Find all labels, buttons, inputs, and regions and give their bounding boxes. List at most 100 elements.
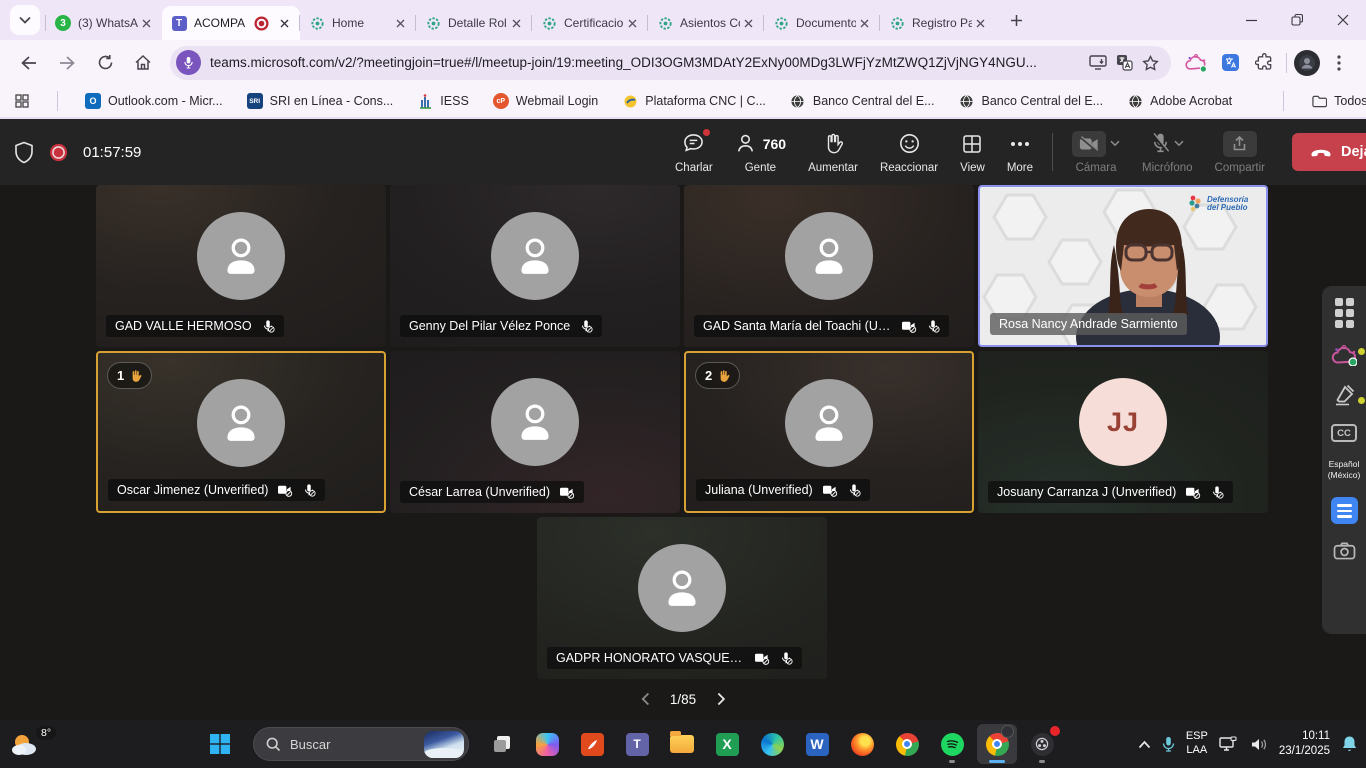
caption-language-label[interactable]: Español (México) xyxy=(1328,459,1361,480)
bookmark-iess[interactable]: IESS xyxy=(417,93,469,109)
task-view-button[interactable] xyxy=(482,724,522,764)
taskbar-search[interactable]: Buscar xyxy=(253,727,469,761)
captions-button[interactable]: CC xyxy=(1331,424,1357,442)
bookmark-sri[interactable]: SRI SRI en Línea - Cons... xyxy=(247,93,394,109)
restore-button[interactable] xyxy=(1274,0,1320,40)
new-tab-button[interactable] xyxy=(1002,6,1030,34)
extensions-puzzle-icon[interactable] xyxy=(1249,48,1279,78)
search-daily-image[interactable] xyxy=(424,731,464,758)
firefox-icon[interactable] xyxy=(842,724,882,764)
highlighter-icon[interactable] xyxy=(1332,383,1356,407)
forward-button[interactable] xyxy=(50,46,84,80)
participant-tile[interactable]: JJ Josuany Carranza J (Unverified) xyxy=(978,351,1268,513)
participant-tile[interactable]: GAD Santa María del Toachi (Unverifi... xyxy=(684,185,974,347)
bookmark-cnc[interactable]: Plataforma CNC | C... xyxy=(622,93,766,109)
mic-in-use-icon[interactable] xyxy=(1162,736,1175,753)
home-button[interactable] xyxy=(126,46,160,80)
word-icon[interactable]: W xyxy=(797,724,837,764)
bookmark-banco-central-2[interactable]: Banco Central del E... xyxy=(959,93,1104,109)
translate-page-icon[interactable] xyxy=(1116,54,1133,71)
participant-tile[interactable]: GAD VALLE HERMOSO xyxy=(96,185,386,347)
extension-ai-cloud-icon[interactable] xyxy=(1181,48,1211,78)
bookmark-banco-central-1[interactable]: Banco Central del E... xyxy=(790,93,935,109)
bookmark-outlook[interactable]: O Outlook.com - Micr... xyxy=(85,93,223,109)
view-button[interactable]: View xyxy=(949,131,996,174)
back-button[interactable] xyxy=(12,46,46,80)
react-button[interactable]: Reaccionar xyxy=(869,131,949,174)
participant-tile-hand-raised[interactable]: 2 Juliana (Unverified) xyxy=(684,351,974,513)
notes-document-button[interactable] xyxy=(1331,497,1358,524)
tab-registro-pagos[interactable]: Registro Pag xyxy=(880,6,996,40)
screenshot-camera-icon[interactable] xyxy=(1333,541,1356,560)
bookmark-webmail[interactable]: cP Webmail Login xyxy=(493,93,598,109)
pdf-app-icon[interactable] xyxy=(572,724,612,764)
reload-button[interactable] xyxy=(88,46,122,80)
browser-menu-kebab-icon[interactable] xyxy=(1324,48,1354,78)
participant-tile[interactable]: GADPR HONORATO VASQUEZ LIC. VI... xyxy=(537,517,827,679)
copilot-icon[interactable] xyxy=(527,724,567,764)
excel-icon[interactable]: X xyxy=(707,724,747,764)
previous-page-button[interactable] xyxy=(636,690,654,708)
bookmark-adobe[interactable]: Adobe Acrobat xyxy=(1127,93,1232,109)
keyboard-language[interactable]: ESP LAA xyxy=(1186,730,1208,758)
close-tab-icon[interactable] xyxy=(138,15,155,32)
close-tab-icon[interactable] xyxy=(624,15,641,32)
tab-asientos[interactable]: Asientos Cor xyxy=(648,6,764,40)
close-tab-icon[interactable] xyxy=(856,15,873,32)
profile-avatar[interactable] xyxy=(1294,50,1320,76)
participant-tile[interactable]: Genny Del Pilar Vélez Ponce xyxy=(390,185,680,347)
install-app-icon[interactable] xyxy=(1089,55,1107,70)
chrome-icon[interactable] xyxy=(887,724,927,764)
close-window-button[interactable] xyxy=(1320,0,1366,40)
chevron-down-icon[interactable] xyxy=(1174,140,1184,147)
site-microphone-permission-icon[interactable] xyxy=(176,50,201,75)
people-button[interactable]: 760 Gente xyxy=(724,131,797,174)
close-tab-icon[interactable] xyxy=(972,15,989,32)
teams-app-icon[interactable]: T xyxy=(617,724,657,764)
chevron-down-icon[interactable] xyxy=(1110,140,1120,147)
weather-widget[interactable]: 8° xyxy=(10,720,40,768)
raise-hand-button[interactable]: Aumentar xyxy=(797,131,869,174)
next-page-button[interactable] xyxy=(712,690,730,708)
tab-certificacion[interactable]: Certificacio xyxy=(532,6,648,40)
close-tab-icon[interactable] xyxy=(276,15,293,32)
spotify-icon[interactable] xyxy=(932,724,972,764)
close-tab-icon[interactable] xyxy=(740,15,757,32)
all-bookmarks-button[interactable]: Todos los marcadores xyxy=(1311,93,1366,109)
mic-button-disabled[interactable]: Micrófono xyxy=(1131,131,1204,174)
file-explorer-icon[interactable] xyxy=(662,724,702,764)
close-tab-icon[interactable] xyxy=(392,15,409,32)
avatar xyxy=(197,379,285,467)
extension-translate-icon[interactable] xyxy=(1215,48,1245,78)
participant-tile-hand-raised[interactable]: 1 Oscar Jimenez (Unverified) xyxy=(96,351,386,513)
tab-documento[interactable]: Documento xyxy=(764,6,880,40)
ai-cloud-icon[interactable] xyxy=(1331,345,1357,366)
address-bar[interactable]: teams.microsoft.com/v2/?meetingjoin=true… xyxy=(170,46,1171,80)
chat-button[interactable]: Charlar xyxy=(664,131,724,174)
tab-teams-meeting[interactable]: T ACOMPA xyxy=(162,6,300,40)
speaker-icon[interactable] xyxy=(1250,737,1268,752)
camera-button-disabled[interactable]: Cámara xyxy=(1061,131,1131,174)
notification-bell-icon[interactable] xyxy=(1341,735,1358,753)
leave-meeting-button[interactable]: Dejar xyxy=(1292,133,1366,171)
tab-home[interactable]: Home xyxy=(300,6,416,40)
edge-icon[interactable] xyxy=(752,724,792,764)
obs-icon[interactable] xyxy=(1022,724,1062,764)
tab-whatsapp[interactable]: 3 (3) WhatsApp xyxy=(46,6,162,40)
tab-search-button[interactable] xyxy=(10,5,40,35)
more-button[interactable]: More xyxy=(996,131,1044,174)
chrome-active-icon[interactable] xyxy=(977,724,1017,764)
bookmark-star-icon[interactable] xyxy=(1142,55,1159,71)
share-button-disabled[interactable]: Compartir xyxy=(1204,131,1276,174)
apps-grid-icon[interactable] xyxy=(14,93,30,109)
minimize-button[interactable] xyxy=(1228,0,1274,40)
clock[interactable]: 10:11 23/1/2025 xyxy=(1279,729,1330,759)
panel-apps-grid-icon[interactable] xyxy=(1335,298,1354,328)
network-icon[interactable] xyxy=(1219,736,1239,752)
close-tab-icon[interactable] xyxy=(508,15,525,32)
tab-detalle-rol[interactable]: Detalle Rol xyxy=(416,6,532,40)
participant-tile-active-speaker[interactable]: Defensoría del Pueblo Rosa Nancy Andrade… xyxy=(978,185,1268,347)
tray-expand-chevron-icon[interactable] xyxy=(1138,740,1151,749)
start-button[interactable] xyxy=(200,724,240,764)
participant-tile[interactable]: César Larrea (Unverified) xyxy=(390,351,680,513)
